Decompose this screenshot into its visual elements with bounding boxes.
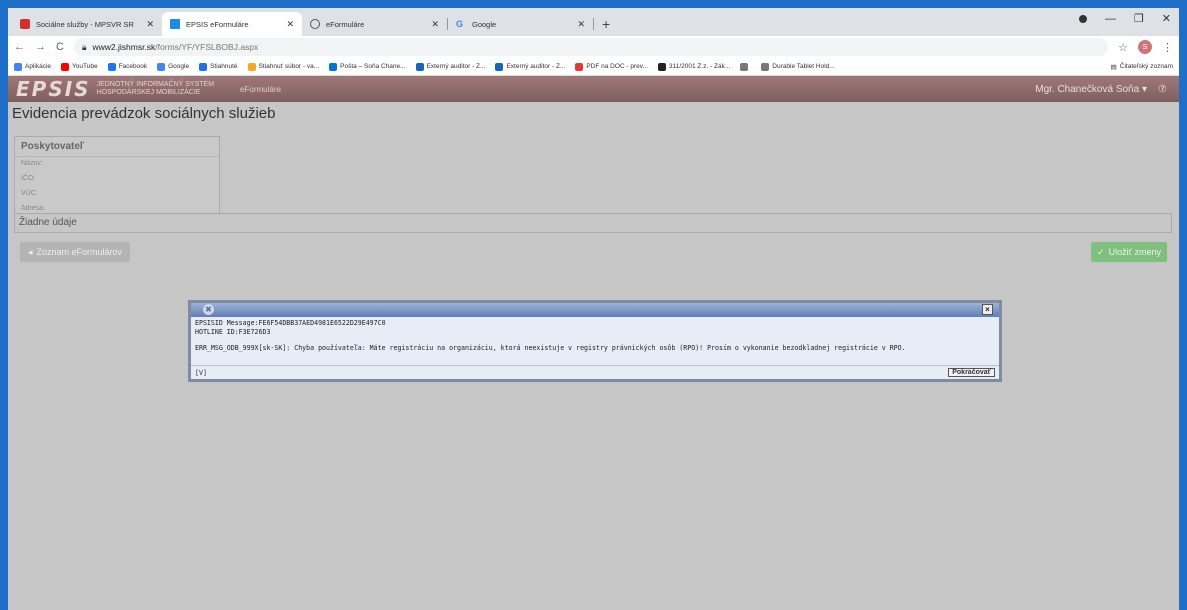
window-controls: — ❐ ✕ bbox=[1078, 12, 1171, 25]
bookmark-icon bbox=[199, 62, 208, 71]
epsis-logo[interactable]: EPSIS bbox=[16, 77, 91, 101]
bookmark-star-icon[interactable]: ☆ bbox=[1118, 41, 1128, 54]
error-icon: ✖ bbox=[203, 304, 214, 315]
error-dialog: ✖ × EPSISID Message:FE6F54DBB37AED4981E6… bbox=[188, 300, 1002, 382]
address-bar: ← → C 🔒︎ www2.jishmsr.sk/forms/YF/YFSLBO… bbox=[8, 36, 1179, 58]
url-host: www2.jishmsr.sk bbox=[92, 42, 156, 52]
close-tab-icon[interactable]: ✕ bbox=[577, 19, 585, 30]
reload-icon[interactable]: C bbox=[56, 41, 64, 53]
tab-strip: Sociálne služby - MPSVR SR ✕ EPSIS eForm… bbox=[8, 8, 1179, 36]
bookmark-icon bbox=[658, 62, 666, 71]
bookmark-icon bbox=[14, 62, 22, 71]
page-title: Evidencia prevádzok sociálnych služieb bbox=[12, 105, 276, 122]
close-window-icon[interactable]: ✕ bbox=[1162, 12, 1171, 25]
hotline-id: HOTLINE ID:F3E726D3 bbox=[195, 327, 271, 336]
extension-icon[interactable] bbox=[1078, 14, 1087, 23]
bookmark-item[interactable]: Pošta – Soňa Chane... bbox=[329, 62, 406, 71]
module-link[interactable]: eFormuláre bbox=[240, 85, 281, 94]
globe-icon bbox=[310, 19, 320, 29]
bookmark-icon bbox=[575, 62, 584, 71]
bookmark-item[interactable]: Google bbox=[157, 62, 189, 71]
dialog-body: EPSISID Message:FE6F54DBB37AED4981E6522D… bbox=[191, 317, 999, 355]
close-tab-icon[interactable]: ✕ bbox=[146, 19, 154, 30]
bookmark-item[interactable]: 311/2001 Z.z. - Zák... bbox=[658, 62, 730, 71]
tab-socialne-sluzby[interactable]: Sociálne služby - MPSVR SR ✕ bbox=[12, 12, 162, 36]
avatar[interactable]: S bbox=[1138, 40, 1152, 54]
close-tab-icon[interactable]: ✕ bbox=[431, 19, 439, 30]
save-changes-button[interactable]: ✓ Uložiť zmeny bbox=[1091, 242, 1167, 262]
bookmark-item[interactable]: Durable Tablet Hold... bbox=[761, 62, 835, 71]
user-menu[interactable]: Mgr. Chanečková Soňa ▾ bbox=[1035, 84, 1147, 95]
epsis-message-id: EPSISID Message:FE6F54DBB37AED4981E6522D… bbox=[195, 319, 386, 327]
bookmarks-bar: Aplikácie YouTube Facebook Google Stiahnuté S… bbox=[8, 58, 1179, 76]
minimize-icon[interactable]: — bbox=[1105, 13, 1116, 25]
bookmark-item[interactable]: Stiahnuť súbor - va... bbox=[247, 62, 319, 71]
bookmark-icon bbox=[740, 62, 749, 71]
forward-icon[interactable]: → bbox=[35, 41, 46, 53]
bookmark-item[interactable]: YouTube bbox=[61, 62, 98, 71]
provider-field-vuc: VÚC: bbox=[21, 190, 38, 197]
dialog-header: ✖ × bbox=[191, 303, 999, 317]
continue-button[interactable]: Pokračovať bbox=[948, 368, 995, 377]
tab-google[interactable]: G Google ✕ bbox=[448, 12, 593, 36]
bookmark-item[interactable]: Facebook bbox=[107, 62, 147, 71]
bookmark-item[interactable]: Externý auditor - Z... bbox=[495, 62, 565, 71]
close-tab-icon[interactable]: ✕ bbox=[286, 19, 294, 30]
reading-list-icon: ▤ bbox=[1110, 63, 1117, 71]
form-icon bbox=[170, 19, 180, 29]
details-toggle[interactable]: [V] bbox=[195, 369, 207, 377]
back-icon[interactable]: ← bbox=[14, 41, 25, 53]
browser-window: Sociálne služby - MPSVR SR ✕ EPSIS eForm… bbox=[8, 8, 1179, 610]
provider-field-ico: IČO: bbox=[21, 175, 36, 182]
bookmark-icon bbox=[107, 62, 116, 71]
google-icon: G bbox=[456, 19, 464, 29]
restore-icon[interactable]: ❐ bbox=[1134, 12, 1144, 25]
reading-list-button[interactable]: ▤ Čitateľský zoznam bbox=[1111, 63, 1173, 71]
tab-eformulare[interactable]: eFormuláre ✕ bbox=[302, 12, 447, 36]
provider-panel: Poskytovateľ Názov: IČO: VÚC: Adresa: bbox=[14, 136, 220, 222]
chevron-down-icon: ▾ bbox=[1141, 83, 1147, 95]
error-message: ERR_MSG_ODB_999X[sk-SK]: Chyba používate… bbox=[195, 344, 906, 352]
no-data-message: Žiadne údaje bbox=[14, 213, 1172, 233]
bookmark-icon bbox=[329, 62, 338, 71]
check-icon: ✓ bbox=[1097, 246, 1105, 257]
bookmark-item[interactable]: Externý auditor - Z... bbox=[415, 62, 485, 71]
provider-heading: Poskytovateľ bbox=[15, 137, 219, 157]
bookmark-icon bbox=[157, 62, 166, 71]
bookmark-icon bbox=[495, 62, 504, 71]
lock-icon: 🔒︎ bbox=[81, 41, 87, 52]
bookmark-item[interactable]: Aplikácie bbox=[14, 62, 51, 71]
url-input[interactable]: 🔒︎ www2.jishmsr.sk/forms/YF/YFSLBOBJ.asp… bbox=[73, 38, 1109, 56]
arrow-left-icon: ◂ bbox=[28, 246, 33, 257]
provider-field-name: Názov: bbox=[21, 160, 43, 167]
shield-icon bbox=[20, 19, 30, 29]
help-icon[interactable]: ⑦ bbox=[1158, 84, 1167, 95]
bookmark-item[interactable]: PDF na DOC - prev... bbox=[575, 62, 648, 71]
bookmark-item[interactable] bbox=[740, 62, 751, 71]
menu-icon[interactable]: ⋮ bbox=[1162, 41, 1173, 54]
bookmark-icon bbox=[761, 62, 770, 71]
new-tab-button[interactable]: + bbox=[594, 12, 618, 36]
form-list-button[interactable]: ◂ Zoznam eFormulárov bbox=[20, 242, 131, 262]
bookmark-icon bbox=[61, 62, 70, 71]
logo-subtitle: Jednotný informačný systém hospodárskej m… bbox=[96, 81, 215, 96]
bookmark-icon bbox=[415, 62, 424, 71]
url-path: /forms/YF/YFSLBOBJ.aspx bbox=[155, 42, 259, 52]
tab-epsis-eformulare[interactable]: EPSIS eFormuláre ✕ bbox=[162, 12, 302, 36]
bookmark-item[interactable]: Stiahnuté bbox=[199, 62, 238, 71]
app-header: EPSIS Jednotný informačný systém hospodár… bbox=[8, 76, 1179, 102]
bookmark-icon bbox=[247, 62, 256, 71]
dialog-close-button[interactable]: × bbox=[982, 304, 993, 315]
dialog-footer: [V] Pokračovať bbox=[191, 365, 999, 379]
